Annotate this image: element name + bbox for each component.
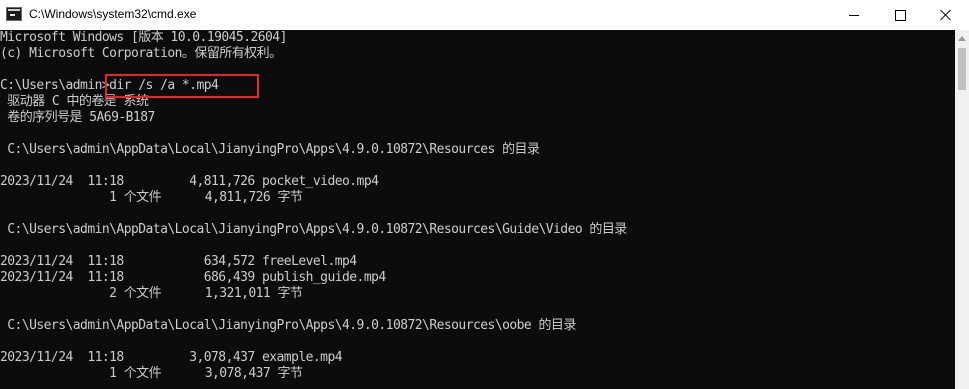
file-summary: 2 个文件 1,321,011 字节 [0,286,303,301]
close-button[interactable] [923,0,969,30]
console-line: Microsoft Windows [版本 10.0.19045.2604] [0,30,287,45]
file-entry: 2023/11/24 11:18 3,078,437 example.mp4 [0,350,343,365]
scroll-up-arrow-icon[interactable] [958,36,966,41]
directory-header: C:\Users\admin\AppData\Local\JianyingPro… [0,142,540,157]
close-icon [940,9,952,21]
vertical-scrollbar[interactable] [955,30,969,389]
minimize-button[interactable] [831,0,877,30]
maximize-icon [894,9,906,21]
scroll-thumb[interactable] [958,48,966,90]
maximize-button[interactable] [877,0,923,30]
file-entry: 2023/11/24 11:18 686,439 publish_guide.m… [0,270,386,285]
command-highlight-box [105,74,259,98]
directory-header: C:\Users\admin\AppData\Local\JianyingPro… [0,222,627,237]
title-bar[interactable]: C:\Windows\system32\cmd.exe [0,0,969,30]
minimize-icon [849,14,859,16]
file-summary: 1 个文件 4,811,726 字节 [0,190,303,205]
window-title: C:\Windows\system32\cmd.exe [29,7,197,21]
directory-header: C:\Users\admin\AppData\Local\JianyingPro… [0,318,576,333]
file-entry: 2023/11/24 11:18 634,572 freeLevel.mp4 [0,254,357,269]
cmd-icon[interactable] [6,7,22,21]
cmd-window: C:\Windows\system32\cmd.exe Microsoft Wi… [0,0,969,389]
file-entry: 2023/11/24 11:18 4,811,726 pocket_video.… [0,174,379,189]
console-line: 卷的序列号是 5A69-B187 [0,110,155,125]
file-summary: 1 个文件 3,078,437 字节 [0,366,303,381]
console-line: (c) Microsoft Corporation。保留所有权利。 [0,46,282,61]
